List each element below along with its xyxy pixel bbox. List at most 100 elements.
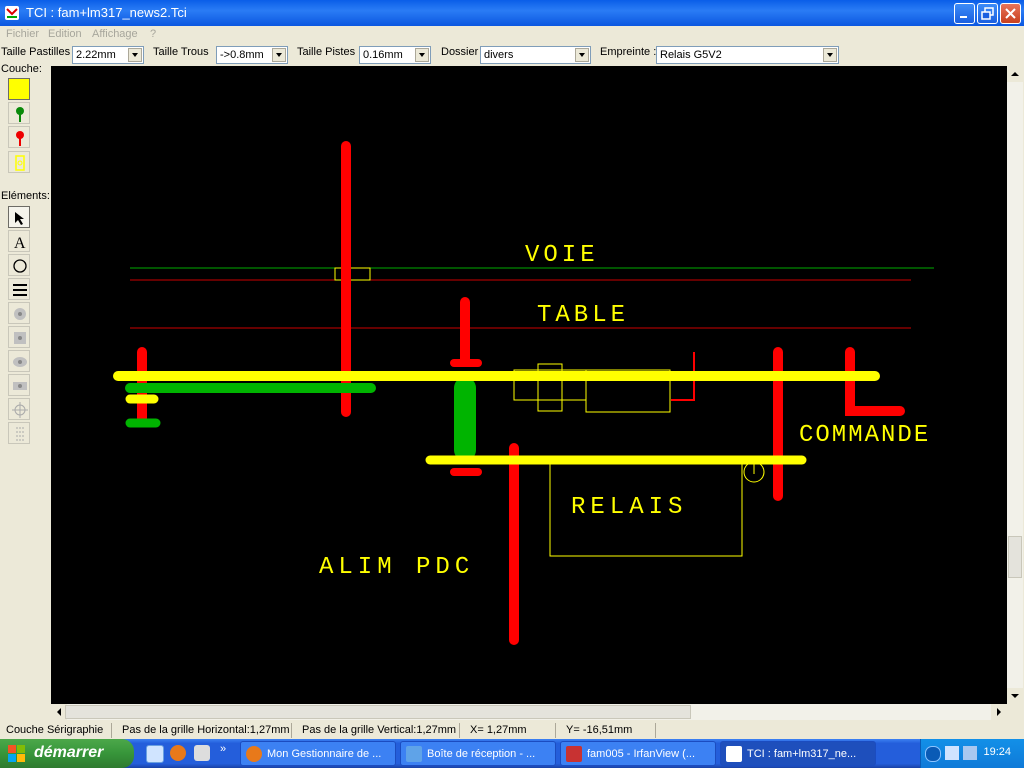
- vertical-scroll-thumb[interactable]: [1008, 536, 1022, 578]
- arrow-right-icon: [997, 708, 1001, 716]
- tray-collapse-icon[interactable]: [925, 746, 941, 762]
- pastilles-select[interactable]: 2.22mm: [72, 46, 144, 64]
- media-icon[interactable]: [194, 745, 210, 761]
- pointer-tool[interactable]: [8, 206, 30, 228]
- chevron-down-icon[interactable]: [823, 48, 837, 62]
- svg-text:A: A: [14, 235, 26, 251]
- close-button[interactable]: [1000, 3, 1021, 24]
- menu-help[interactable]: ?: [150, 28, 156, 40]
- menu-affichage[interactable]: Affichage: [92, 28, 138, 40]
- label-voie: VOIE: [525, 242, 599, 269]
- label-table: TABLE: [537, 302, 629, 329]
- network-icon[interactable]: [945, 746, 959, 760]
- red-layer-button[interactable]: [8, 126, 30, 148]
- scroll-right-button[interactable]: [991, 704, 1007, 720]
- green-pin-icon: [16, 107, 24, 122]
- irfanview-icon: [566, 746, 582, 762]
- arrow-down-icon: [1011, 694, 1019, 698]
- pad-oval-icon: [13, 357, 27, 367]
- pistes-value: 0.16mm: [363, 49, 403, 61]
- menu-fichier[interactable]: Fichier: [6, 28, 39, 40]
- outline-layer-button[interactable]: [8, 151, 30, 173]
- status-y: Y= -16,51mm: [560, 723, 656, 738]
- scroll-down-button[interactable]: [1007, 688, 1023, 704]
- window-title: TCI : fam+lm317_news2.Tci: [26, 5, 187, 20]
- firefox-icon: [246, 746, 262, 762]
- text-tool[interactable]: A: [8, 230, 30, 252]
- desktop-icon[interactable]: [146, 745, 164, 763]
- couche-label: Couche:: [1, 63, 42, 75]
- restore-button[interactable]: [977, 3, 998, 24]
- status-bar: Couche Sérigraphie Pas de la grille Hori…: [0, 722, 1024, 739]
- task-mail[interactable]: Boîte de réception - ...: [400, 741, 556, 766]
- empreinte-label: Empreinte :: [600, 46, 657, 58]
- menu-bar: Fichier Edition Affichage ?: [0, 26, 1024, 44]
- pcb-drawing: VOIE TABLE COMMANDE RELAIS ALIM PDC: [113, 141, 934, 645]
- dots-icon: [16, 427, 24, 441]
- vertical-scrollbar[interactable]: [1007, 66, 1023, 704]
- pcb-canvas[interactable]: VOIE TABLE COMMANDE RELAIS ALIM PDC: [51, 66, 1007, 704]
- label-relais: RELAIS: [571, 494, 687, 521]
- dots-tool[interactable]: [8, 422, 30, 444]
- pistes-select[interactable]: 0.16mm: [359, 46, 431, 64]
- arrow-up-icon: [1011, 72, 1019, 76]
- empreinte-select[interactable]: Relais G5V2: [656, 46, 839, 64]
- start-label: démarrer: [34, 744, 104, 761]
- pistes-label: Taille Pistes: [297, 46, 356, 58]
- pad-rect-icon: [13, 382, 27, 390]
- app-icon: [5, 6, 19, 20]
- task-tci[interactable]: TCI : fam+lm317_ne...: [720, 741, 876, 766]
- tci-icon: [726, 746, 742, 762]
- horizontal-scroll-thumb[interactable]: [65, 705, 691, 719]
- firefox-icon[interactable]: [170, 745, 186, 761]
- circle-icon: [13, 259, 27, 273]
- label-commande: COMMANDE: [799, 422, 930, 449]
- target-icon: [12, 402, 28, 418]
- scroll-up-button[interactable]: [1007, 66, 1023, 82]
- chevron-down-icon[interactable]: [575, 48, 589, 62]
- lines-tool[interactable]: [8, 278, 30, 300]
- status-grid-vertical: Pas de la grille Vertical:1,27mm: [296, 723, 460, 738]
- label-alim: ALIM PDC: [319, 554, 474, 581]
- pad-oval-tool[interactable]: [8, 350, 30, 372]
- outline-icon: [15, 155, 25, 171]
- dossier-label: Dossier: [441, 46, 479, 58]
- dossier-select[interactable]: divers: [480, 46, 591, 64]
- pastilles-label: Taille Pastilles: [1, 46, 71, 58]
- trous-select[interactable]: ->0.8mm: [216, 46, 288, 64]
- pad-square-tool[interactable]: [8, 326, 30, 348]
- task-firefox[interactable]: Mon Gestionnaire de ...: [240, 741, 396, 766]
- mail-icon: [406, 746, 422, 762]
- start-button[interactable]: démarrer: [0, 739, 134, 768]
- dossier-value: divers: [484, 49, 514, 61]
- chevron-down-icon[interactable]: [272, 48, 286, 62]
- menu-edition[interactable]: Edition: [48, 28, 82, 40]
- yellow-layer-button[interactable]: [8, 78, 30, 100]
- target-tool[interactable]: [8, 398, 30, 420]
- pad-round-icon: [14, 308, 26, 320]
- chevron-down-icon[interactable]: [128, 48, 142, 62]
- task-label: TCI : fam+lm317_ne...: [747, 748, 857, 760]
- green-layer-button[interactable]: [8, 102, 30, 124]
- pointer-icon: [15, 212, 24, 225]
- chevron-down-icon[interactable]: [415, 48, 429, 62]
- volume-icon[interactable]: [963, 746, 977, 760]
- trous-value: ->0.8mm: [220, 49, 264, 61]
- pastilles-value: 2.22mm: [76, 49, 116, 61]
- minimize-icon: [960, 16, 967, 18]
- left-panel: Couche: Eléments: A: [0, 63, 50, 722]
- horizontal-scrollbar[interactable]: [51, 704, 1007, 720]
- minimize-button[interactable]: [954, 3, 975, 24]
- status-x: X= 1,27mm: [464, 723, 556, 738]
- pad-rect-tool[interactable]: [8, 374, 30, 396]
- circle-tool[interactable]: [8, 254, 30, 276]
- task-label: Boîte de réception - ...: [427, 748, 536, 760]
- task-irfanview[interactable]: fam005 - IrfanView (...: [560, 741, 716, 766]
- trous-label: Taille Trous: [153, 46, 209, 58]
- text-icon: A: [14, 235, 26, 251]
- taskbar: démarrer » Mon Gestionnaire de ... Boîte…: [0, 739, 1024, 768]
- chevron-right-icon[interactable]: »: [220, 743, 226, 755]
- status-layer: Couche Sérigraphie: [0, 723, 112, 738]
- restore-icon: [981, 7, 994, 20]
- pad-round-tool[interactable]: [8, 302, 30, 324]
